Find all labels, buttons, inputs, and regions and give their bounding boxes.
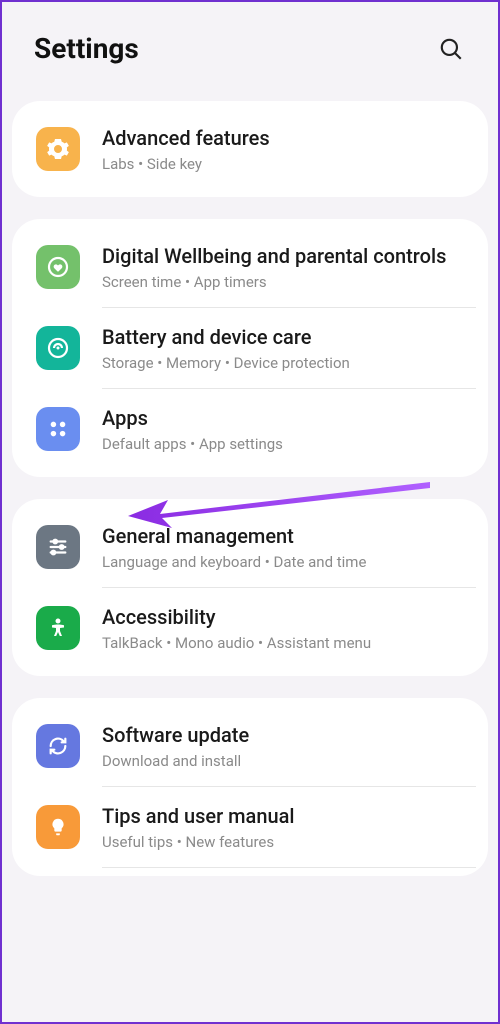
row-advanced-features[interactable]: Advanced features Labs • Side key bbox=[12, 109, 488, 189]
row-title: Battery and device care bbox=[102, 324, 464, 350]
row-accessibility[interactable]: Accessibility TalkBack • Mono audio • As… bbox=[12, 588, 488, 668]
settings-group: General management Language and keyboard… bbox=[12, 499, 488, 676]
settings-group: Advanced features Labs • Side key bbox=[12, 101, 488, 197]
row-title: Advanced features bbox=[102, 125, 464, 151]
sliders-icon bbox=[36, 525, 80, 569]
row-digital-wellbeing[interactable]: Digital Wellbeing and parental controls … bbox=[12, 227, 488, 307]
row-text: Advanced features Labs • Side key bbox=[102, 125, 464, 173]
header: Settings bbox=[2, 2, 498, 101]
row-title: Apps bbox=[102, 405, 464, 431]
row-text: Accessibility TalkBack • Mono audio • As… bbox=[102, 604, 464, 652]
row-subtitle: Useful tips • New features bbox=[102, 833, 464, 851]
refresh-icon bbox=[36, 724, 80, 768]
search-button[interactable] bbox=[436, 34, 466, 64]
row-apps[interactable]: Apps Default apps • App settings bbox=[12, 389, 488, 469]
row-title: General management bbox=[102, 523, 464, 549]
gear-icon bbox=[36, 127, 80, 171]
row-subtitle: Storage • Memory • Device protection bbox=[102, 354, 464, 372]
row-subtitle: Screen time • App timers bbox=[102, 273, 464, 291]
apps-grid-icon bbox=[36, 407, 80, 451]
row-title: Digital Wellbeing and parental controls bbox=[102, 243, 464, 269]
settings-group: Digital Wellbeing and parental controls … bbox=[12, 219, 488, 477]
row-text: General management Language and keyboard… bbox=[102, 523, 464, 571]
row-subtitle: Labs • Side key bbox=[102, 155, 464, 173]
row-subtitle: Download and install bbox=[102, 752, 464, 770]
care-icon bbox=[36, 326, 80, 370]
row-general-management[interactable]: General management Language and keyboard… bbox=[12, 507, 488, 587]
page-title: Settings bbox=[34, 32, 139, 65]
row-subtitle: Default apps • App settings bbox=[102, 435, 464, 453]
row-text: Tips and user manual Useful tips • New f… bbox=[102, 803, 464, 851]
row-text: Apps Default apps • App settings bbox=[102, 405, 464, 453]
settings-list: Advanced features Labs • Side key Digita… bbox=[2, 101, 498, 876]
person-icon bbox=[36, 606, 80, 650]
row-tips-user-manual[interactable]: Tips and user manual Useful tips • New f… bbox=[12, 787, 488, 867]
row-battery-device-care[interactable]: Battery and device care Storage • Memory… bbox=[12, 308, 488, 388]
search-icon bbox=[438, 36, 464, 62]
row-title: Tips and user manual bbox=[102, 803, 464, 829]
row-software-update[interactable]: Software update Download and install bbox=[12, 706, 488, 786]
row-title: Software update bbox=[102, 722, 464, 748]
row-text: Digital Wellbeing and parental controls … bbox=[102, 243, 464, 291]
row-subtitle: Language and keyboard • Date and time bbox=[102, 553, 464, 571]
heart-circle-icon bbox=[36, 245, 80, 289]
divider bbox=[102, 867, 476, 868]
settings-group: Software update Download and install Tip… bbox=[12, 698, 488, 876]
row-text: Battery and device care Storage • Memory… bbox=[102, 324, 464, 372]
row-text: Software update Download and install bbox=[102, 722, 464, 770]
row-subtitle: TalkBack • Mono audio • Assistant menu bbox=[102, 634, 464, 652]
lightbulb-icon bbox=[36, 805, 80, 849]
row-title: Accessibility bbox=[102, 604, 464, 630]
